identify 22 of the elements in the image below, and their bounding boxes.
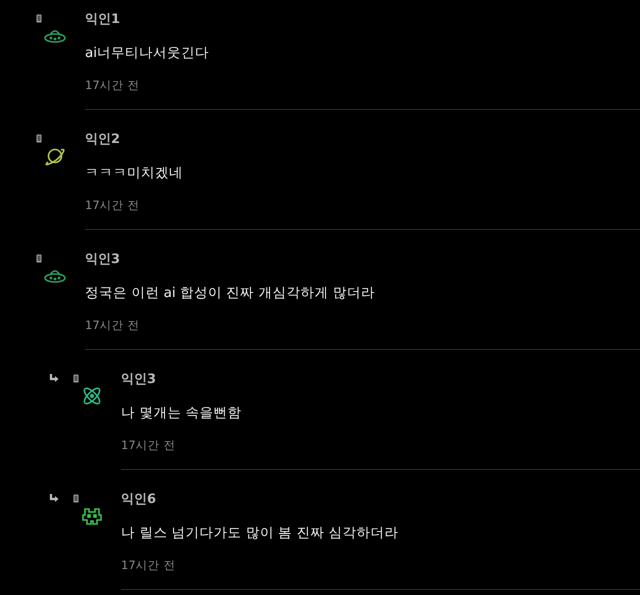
comment-text: ai너무티나서웃긴다	[85, 44, 210, 63]
author-name: 익인6	[121, 491, 158, 509]
timestamp: 17시간 전	[85, 197, 140, 214]
comment-text: 정국은 이런 ai 합성이 진짜 개심각하게 많더라	[85, 284, 376, 303]
comment-text: 나 릴스 넘기다가도 많이 봄 진짜 심각하더라	[121, 524, 400, 543]
comment-text: ㅋㅋㅋ미치겠네	[85, 164, 184, 183]
timestamp: 17시간 전	[85, 317, 140, 334]
timestamp: 17시간 전	[121, 557, 176, 574]
phone-icon	[36, 134, 42, 143]
reply-arrow-icon	[49, 374, 59, 383]
timestamp: 17시간 전	[121, 437, 176, 454]
phone-icon	[73, 494, 79, 503]
reply-arrow-icon	[49, 494, 59, 503]
phone-icon	[36, 14, 42, 23]
phone-icon	[36, 254, 42, 263]
phone-icon	[73, 374, 79, 383]
author-name: 익인3	[85, 251, 122, 269]
timestamp: 17시간 전	[85, 77, 140, 94]
author-name: 익인2	[85, 131, 122, 149]
author-name: 익인1	[85, 11, 122, 29]
comment-text: 나 몇개는 속을뻔함	[121, 404, 243, 423]
author-name: 익인3	[121, 371, 158, 389]
